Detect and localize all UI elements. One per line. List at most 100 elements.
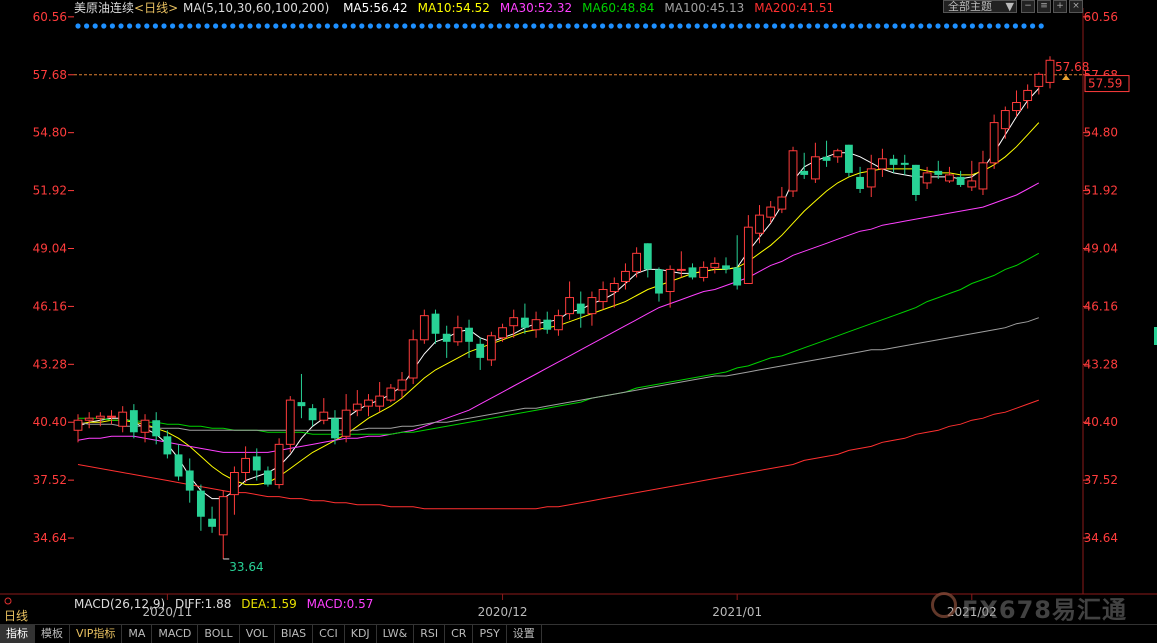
candle-body — [498, 327, 507, 339]
event-dot — [806, 23, 812, 29]
event-dot — [591, 23, 597, 29]
ma-line-ma60 — [78, 252, 1040, 435]
period-tab[interactable]: 日线 — [4, 607, 28, 624]
y-tick-label-left: 34.64 — [33, 531, 67, 545]
tab-13[interactable]: PSY — [473, 625, 507, 643]
event-dot — [729, 23, 735, 29]
tab-1[interactable]: 模板 — [35, 625, 70, 643]
event-dot — [84, 23, 90, 29]
event-dot — [496, 23, 502, 29]
event-dot — [952, 23, 958, 29]
event-dot — [92, 23, 98, 29]
ma-value-4: MA100:45.13 — [664, 1, 745, 15]
candle-body — [922, 172, 932, 184]
candle-body — [587, 297, 597, 315]
tab-9[interactable]: KDJ — [345, 625, 377, 643]
candle-body — [1045, 59, 1055, 83]
tab-10[interactable]: LW& — [377, 625, 415, 643]
tab-8[interactable]: CCI — [313, 625, 345, 643]
event-dot — [385, 23, 391, 29]
candle-body — [1012, 102, 1021, 112]
candle-body — [912, 164, 920, 196]
candle-body — [308, 408, 317, 421]
event-dot — [668, 23, 675, 29]
chart-toolbar: 美原油连续<日线> MA(5,10,30,60,100,200) MA5:56.… — [0, 0, 1157, 18]
event-dot — [677, 23, 683, 29]
event-dot — [376, 23, 382, 29]
candle-body — [722, 265, 730, 270]
event-dot — [987, 23, 993, 29]
ma-value-3: MA60:48.84 — [582, 1, 655, 15]
candle-body — [319, 411, 329, 421]
y-tick-label-right: 34.64 — [1084, 531, 1118, 545]
close-icon[interactable]: × — [1069, 0, 1083, 13]
candle-body — [621, 270, 630, 282]
candle-body — [264, 470, 272, 485]
candle-body — [95, 415, 105, 419]
event-dot — [815, 23, 821, 29]
candle-body — [531, 319, 541, 331]
tab-3[interactable]: MA — [122, 625, 153, 643]
tab-11[interactable]: RSI — [414, 625, 446, 643]
tab-12[interactable]: CR — [445, 625, 474, 643]
candle-body — [129, 410, 138, 433]
settings-icon[interactable]: ≡ — [1037, 0, 1051, 13]
event-dot — [892, 23, 898, 29]
candle-body — [185, 470, 194, 491]
y-tick-label-right: 37.52 — [1084, 473, 1118, 487]
period-label: <日线> — [134, 1, 179, 15]
event-dot — [350, 23, 356, 29]
current-value-label: 57.59 — [1088, 77, 1122, 91]
candle-body — [208, 518, 216, 527]
theme-select-button[interactable]: 全部主题 ▼ — [943, 0, 1017, 13]
candle-body — [419, 315, 429, 341]
zoom-in-icon[interactable]: + — [1053, 0, 1067, 13]
candle-body — [945, 174, 954, 182]
event-dot — [875, 23, 881, 29]
event-dot — [75, 23, 81, 29]
macd-diff: DIFF:1.88 — [174, 597, 232, 611]
ma-line-ma5 — [77, 88, 1040, 500]
event-dot — [840, 23, 847, 29]
candle-body — [341, 409, 351, 437]
candle-body — [84, 417, 94, 421]
event-dot — [178, 23, 184, 29]
tab-5[interactable]: BOLL — [198, 625, 240, 643]
tab-4[interactable]: MACD — [152, 625, 199, 643]
event-dot — [256, 23, 262, 29]
event-dot — [866, 23, 872, 29]
event-dot — [342, 23, 348, 29]
y-tick-label-left: 43.28 — [33, 357, 67, 371]
event-dot — [772, 23, 778, 29]
macd-value: MACD:0.57 — [306, 597, 374, 611]
event-dot — [522, 23, 528, 29]
event-dot — [488, 23, 494, 29]
candle-body — [710, 262, 720, 268]
candle-body — [174, 454, 183, 477]
candle-body — [810, 156, 820, 180]
event-dot — [410, 23, 416, 29]
tab-7[interactable]: BIAS — [275, 625, 314, 643]
event-dot — [711, 23, 718, 29]
event-dot — [1004, 23, 1010, 29]
zoom-out-icon[interactable]: − — [1021, 0, 1035, 13]
event-dot — [1030, 23, 1036, 29]
y-tick-label-left: 51.92 — [33, 184, 67, 198]
candle-body — [967, 180, 977, 188]
event-dot — [995, 23, 1001, 29]
candle-body — [241, 457, 250, 474]
event-dot — [1038, 23, 1044, 29]
event-dot — [548, 23, 554, 29]
tab-2[interactable]: VIP指标 — [70, 625, 123, 643]
candlestick-chart[interactable]: 60.56 60.5657.68 57.6854.80 54.8051.92 51.92… — [0, 0, 1157, 642]
candle-body — [486, 335, 496, 361]
event-dot — [428, 23, 434, 29]
tab-6[interactable]: VOL — [240, 625, 275, 643]
tab-14[interactable]: 设置 — [507, 625, 542, 643]
candle-body — [509, 317, 519, 327]
event-dot — [514, 23, 520, 29]
y-tick-label-right: 54.80 — [1084, 126, 1118, 140]
tab-0[interactable]: 指标 — [0, 625, 35, 643]
candle-body — [856, 176, 864, 189]
candle-body — [956, 176, 965, 185]
